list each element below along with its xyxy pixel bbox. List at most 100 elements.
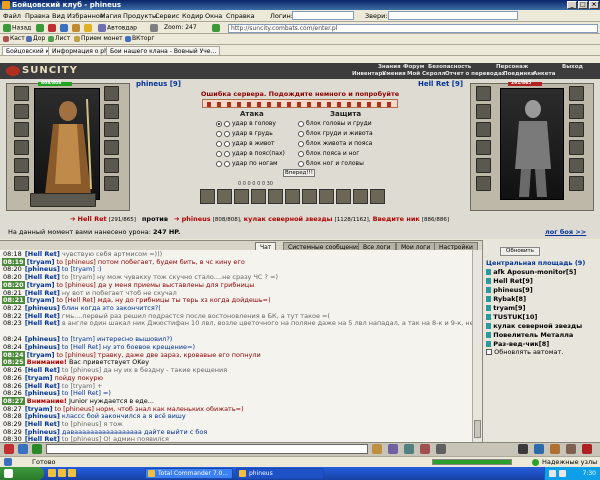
right-slot-shield[interactable]: [569, 140, 584, 155]
defense-head-chest-radio[interactable]: [298, 120, 304, 127]
favorites-button[interactable]: [84, 24, 93, 32]
message-time[interactable]: 08:23: [2, 319, 23, 327]
left-slot-boots[interactable]: [14, 176, 29, 191]
skill-slot-8[interactable]: [319, 189, 334, 204]
defense-chest-belly[interactable]: блок груди и живота: [298, 130, 373, 137]
left-slot-belt[interactable]: [14, 158, 29, 173]
skill-slot-10[interactable]: [353, 189, 368, 204]
left-slot-legs[interactable]: [104, 158, 119, 173]
tray-icon-2[interactable]: [559, 470, 566, 477]
chat-log[interactable]: 08:18 [Hell Ret] чувствую себя артмисом …: [0, 250, 472, 442]
quicklaunch-icon-1[interactable]: [48, 469, 56, 477]
player-name[interactable]: phineus[9]: [493, 286, 533, 294]
go-arrow[interactable]: [212, 24, 221, 32]
translit-icon[interactable]: [420, 444, 430, 454]
nav-skills[interactable]: Умения: [382, 71, 406, 77]
nav-profile[interactable]: Анкета: [533, 71, 555, 77]
right-slot-ring[interactable]: [569, 104, 584, 119]
right-slot-weapon[interactable]: [476, 122, 491, 137]
forward-button[interactable]: [36, 24, 45, 32]
right-slot-amulet[interactable]: [476, 104, 491, 119]
player-list-item[interactable]: phineus[9]: [486, 286, 533, 294]
print-button[interactable]: [150, 24, 159, 32]
left-slot-gloves[interactable]: [104, 122, 119, 137]
ally-name-2[interactable]: кулак северной звезды: [244, 215, 333, 223]
smile-icon[interactable]: [18, 444, 28, 454]
left-slot-earring[interactable]: [104, 86, 119, 101]
defense-waist-legs-radio[interactable]: [298, 150, 304, 157]
refresh-button[interactable]: [60, 24, 69, 32]
left-player-name[interactable]: phineus [9]: [136, 80, 181, 88]
link-dor[interactable]: Дор: [26, 35, 45, 42]
message-time[interactable]: 08:30: [2, 435, 23, 442]
menu-service[interactable]: Сервис: [155, 12, 179, 20]
refresh-button[interactable]: Обновить: [500, 247, 540, 256]
defense-legs-head-radio[interactable]: [298, 160, 304, 167]
close-chat-icon[interactable]: [582, 444, 592, 454]
link-cast[interactable]: Каст: [3, 35, 25, 42]
player-name[interactable]: tryam[9]: [493, 304, 525, 312]
menu-help[interactable]: Справка: [226, 12, 255, 20]
nav-knowledge[interactable]: Знания: [378, 64, 401, 70]
send-private-icon[interactable]: [32, 444, 42, 454]
tab-clan-fights[interactable]: Бои нашего клана - Вовный Уче...: [106, 46, 221, 55]
player-list-item[interactable]: кулак северной звезды: [486, 322, 582, 330]
ally-name-1[interactable]: phineus: [182, 215, 211, 223]
attack-waist[interactable]: удар в пояс(пах): [216, 150, 285, 157]
tray-icon-1[interactable]: [549, 470, 556, 477]
go-fight-button[interactable]: Вперед!!!: [283, 169, 315, 177]
attack-head-radio[interactable]: [216, 120, 222, 127]
defense-legs-head[interactable]: блок ног и головы: [298, 160, 364, 167]
settings-icon[interactable]: [436, 444, 446, 454]
beast-combo[interactable]: [388, 11, 518, 20]
right-player-name[interactable]: Hell Ret [9]: [418, 80, 463, 88]
player-list-item[interactable]: Повелитель Металла: [486, 331, 573, 339]
auto-refresh-checkbox[interactable]: [486, 349, 492, 355]
left-slot-weapon[interactable]: [14, 122, 29, 137]
right-slot-armor[interactable]: [476, 140, 491, 155]
defense-waist-legs[interactable]: блок пояса и ног: [298, 150, 359, 157]
close-button[interactable]: ×: [589, 1, 599, 9]
menu-edit[interactable]: Правка: [25, 12, 50, 20]
attack-legs-radio-alt[interactable]: [224, 160, 230, 167]
menu-favorites[interactable]: Избранное: [67, 12, 104, 20]
back-button[interactable]: Назад: [3, 24, 31, 32]
left-slot-extra[interactable]: [104, 176, 119, 191]
attack-belly-radio-alt[interactable]: [224, 140, 230, 147]
menu-encoding[interactable]: Кодир: [182, 12, 203, 20]
attack-belly[interactable]: удар в живот: [216, 140, 275, 147]
enemy-name[interactable]: Hell Ret: [78, 215, 107, 223]
defense-chest-belly-radio[interactable]: [298, 130, 304, 137]
task-phineus[interactable]: phineus: [236, 468, 324, 479]
player-name[interactable]: Rybak[8]: [493, 295, 526, 303]
menu-view[interactable]: Вид: [52, 12, 65, 20]
battle-log-link[interactable]: лог боя >>: [545, 228, 586, 236]
link-list[interactable]: Лист: [48, 35, 70, 42]
skill-slot-7[interactable]: [302, 189, 317, 204]
skill-slot-6[interactable]: [285, 189, 300, 204]
attack-legs-radio[interactable]: [216, 160, 222, 167]
right-slot-extra[interactable]: [569, 176, 584, 191]
skill-slot-11[interactable]: [370, 189, 385, 204]
left-slot-ring[interactable]: [104, 104, 119, 119]
player-name[interactable]: кулак северной звезды: [493, 322, 582, 330]
left-slot-armor[interactable]: [14, 140, 29, 155]
skill-slot-9[interactable]: [336, 189, 351, 204]
chat-scroll-thumb[interactable]: [474, 420, 481, 438]
nav-character[interactable]: Персонаж: [496, 64, 528, 70]
quicklaunch-icon-2[interactable]: [58, 469, 66, 477]
message-author[interactable]: [Hell Ret]: [25, 435, 60, 442]
attack-legs[interactable]: удар по ногам: [216, 160, 278, 167]
scroll-icon[interactable]: [566, 444, 576, 454]
menu-magic[interactable]: Магия: [100, 12, 121, 20]
left-slot-belt-items[interactable]: [30, 193, 96, 207]
message-author[interactable]: [Hell Ret]: [25, 319, 60, 327]
home-button[interactable]: [72, 24, 81, 32]
minimize-button[interactable]: _: [567, 1, 577, 9]
autofill-button[interactable]: Автовдар: [98, 24, 137, 32]
nav-forum[interactable]: Форум: [403, 64, 424, 70]
player-list-item[interactable]: Hell Ret[9]: [486, 277, 533, 285]
attack-chest-radio[interactable]: [216, 130, 222, 137]
quicklaunch-icon-3[interactable]: [68, 469, 76, 477]
right-slot-belt[interactable]: [476, 158, 491, 173]
